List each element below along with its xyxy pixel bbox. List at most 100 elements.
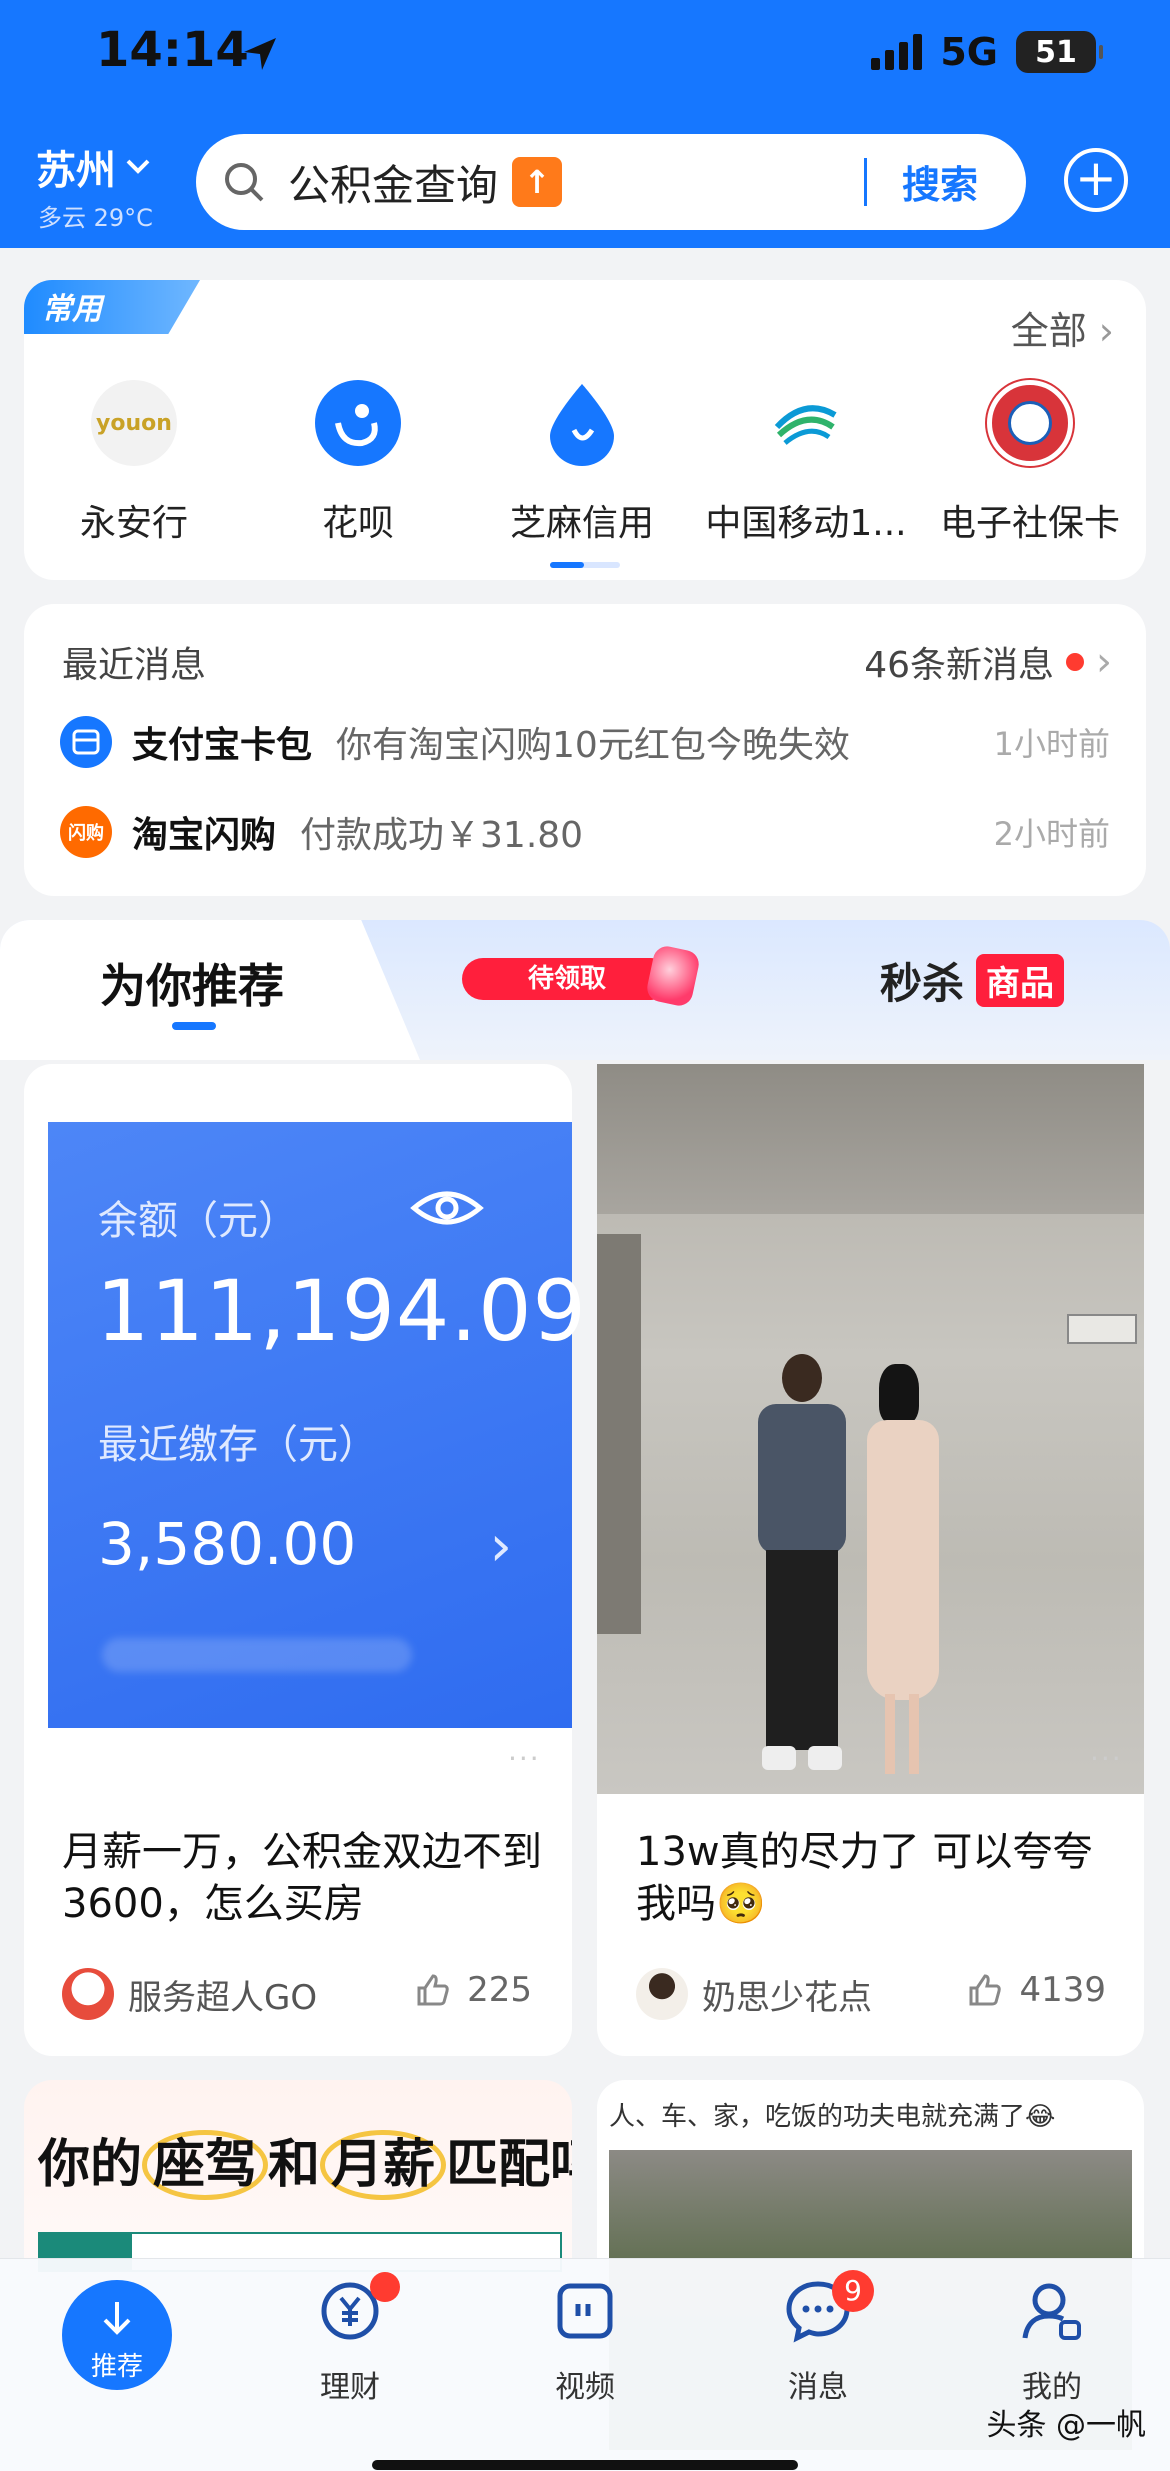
message-row[interactable]: 闪购 淘宝闪购 付款成功￥31.80 2小时前 [60, 806, 1110, 858]
promo-title-part: 座驾 [142, 2130, 269, 2200]
message-text: 付款成功￥31.80 [300, 815, 584, 856]
feed-author: 奶思少花点 [636, 1968, 872, 2020]
watermark: 头条 @一帆 [986, 2408, 1146, 2443]
more-options-icon[interactable]: ··· [1090, 1742, 1123, 1775]
tab-home-label: 推荐 [90, 2352, 143, 2382]
thumbs-up-icon [969, 1974, 1002, 2006]
status-time: 14:14 [96, 22, 249, 78]
feed-author: 服务超人GO [62, 1968, 317, 2020]
promo-title-part: 和 [268, 2135, 321, 2195]
feed-title: 13w真的尽力了 可以夸夸我吗🥺 [636, 1829, 1093, 1927]
network-label: 5G [940, 30, 998, 74]
app-youon[interactable]: youon 永安行 [22, 380, 246, 546]
message-badge: 9 [832, 2270, 874, 2312]
app-label: 永安行 [79, 503, 188, 544]
more-options-icon[interactable]: ··· [508, 1742, 541, 1775]
tab-deals[interactable]: 秒杀 商品 [880, 950, 1065, 1011]
city-name: 苏州 [36, 148, 116, 194]
card-wallet-icon [60, 716, 112, 768]
tab-home[interactable]: 推荐 [62, 2280, 172, 2390]
like-count: 225 [467, 1970, 532, 2010]
chevron-right-icon: › [1098, 309, 1114, 353]
author-name: 奶思少花点 [702, 1977, 872, 2018]
tab-finance[interactable]: 理财 [270, 2272, 430, 2406]
recent-deposit-label: 最近缴存（元） [98, 1422, 378, 1468]
balance-label: 余额（元） [98, 1198, 298, 1244]
video-icon [557, 2283, 613, 2339]
message-row[interactable]: 支付宝卡包 你有淘宝闪购10元红包今晚失效 1小时前 [60, 716, 1110, 768]
message-time: 1小时前 [993, 725, 1110, 763]
like-count: 4139 [1019, 1970, 1106, 2010]
messages-count[interactable]: 46条新消息 › [864, 636, 1112, 688]
home-indicator [372, 2460, 798, 2470]
location-arrow-icon [244, 38, 276, 70]
search-query: 公积金查询 [288, 160, 499, 210]
app-sesame-credit[interactable]: 芝麻信用 [470, 380, 694, 546]
chevron-right-icon: › [1096, 639, 1112, 685]
promo-title-part: 匹配吗? [446, 2135, 572, 2195]
recent-deposit-amount: 3,580.00 [98, 1510, 357, 1578]
app-label: 电子社保卡 [939, 503, 1120, 544]
avatar [62, 1968, 114, 2020]
message-time: 2小时前 [993, 815, 1110, 853]
tab-messages[interactable]: 9 消息 [738, 2270, 898, 2406]
tab-video[interactable]: 视频 [505, 2278, 665, 2406]
fund-balance-panel: 余额（元） 111,194.09 最近缴存（元） 3,580.00 › [48, 1122, 586, 1728]
promo-title-part: 月薪 [320, 2130, 447, 2200]
feed-photo [597, 1064, 1144, 1794]
user-icon [1022, 2283, 1081, 2340]
promo-title: 你的座驾和月薪匹配吗? [38, 2122, 572, 2200]
down-arrow-icon [103, 2302, 131, 2335]
app-label: 芝麻信用 [509, 503, 654, 544]
huabei-icon [315, 380, 401, 466]
all-apps-label: 全部 [1010, 309, 1087, 353]
tab-underline [172, 1022, 216, 1030]
city-selector[interactable]: 苏州 [36, 138, 152, 196]
sesame-credit-icon [539, 380, 625, 466]
like-button[interactable]: 4139 [967, 1970, 1106, 2010]
status-icons: 5G 51 [871, 30, 1103, 74]
tab-recommend[interactable]: 为你推荐 [100, 950, 284, 1016]
china-mobile-icon [763, 380, 849, 466]
youon-logo-text: youon [96, 410, 172, 436]
app-china-mobile[interactable]: 中国移动1... [694, 380, 918, 546]
weather-text: 多云 29°C [38, 204, 153, 232]
search-divider [864, 158, 867, 206]
messages-count-label: 46条新消息 [864, 645, 1054, 686]
tab-label: 理财 [320, 2370, 380, 2405]
blurred-text [102, 1638, 412, 1672]
eye-icon [410, 1191, 484, 1225]
tab-promo[interactable]: 待领取 [462, 958, 672, 1000]
app-huabei[interactable]: 花呗 [246, 380, 470, 546]
tab-profile[interactable]: 我的 [972, 2278, 1132, 2406]
person-man [752, 1354, 852, 1784]
app-label: 花呗 [321, 503, 394, 544]
tab-label: 消息 [788, 2370, 848, 2405]
tab-deals-label: 秒杀 [880, 959, 965, 1008]
messages-title: 最近消息 [62, 645, 207, 686]
feed-caption: 人、车、家，吃饭的功夫电就充满了😂 [609, 2102, 1056, 2132]
chevron-right-icon: › [489, 1514, 512, 1579]
app-label: 中国移动1... [705, 503, 907, 544]
message-source: 淘宝闪购 [132, 815, 277, 856]
search-button[interactable]: 搜索 [902, 154, 978, 209]
all-apps-button[interactable]: 全部 › [1011, 300, 1114, 355]
add-icon[interactable]: + [1064, 148, 1128, 212]
youon-icon: youon [91, 380, 177, 466]
tab-label: 视频 [555, 2370, 615, 2405]
page-indicator [550, 562, 620, 568]
message-source: 支付宝卡包 [132, 725, 313, 766]
like-button[interactable]: 225 [415, 1970, 532, 2010]
search-input[interactable]: 公积金查询 ↑ 搜索 [196, 134, 1026, 230]
avatar [636, 1968, 688, 2020]
hot-trend-icon: ↑ [512, 157, 563, 207]
thumbs-up-icon [417, 1974, 449, 2006]
promo-title-part: 你的 [38, 2135, 143, 2195]
balance-amount: 111,194.09 [96, 1262, 587, 1360]
app-social-security[interactable]: 电子社保卡 [918, 380, 1142, 546]
social-security-icon [987, 380, 1073, 466]
signal-icon [871, 34, 923, 70]
author-name: 服务超人GO [128, 1977, 318, 2018]
unread-dot [1066, 653, 1084, 671]
taobao-flash-icon: 闪购 [60, 806, 112, 858]
